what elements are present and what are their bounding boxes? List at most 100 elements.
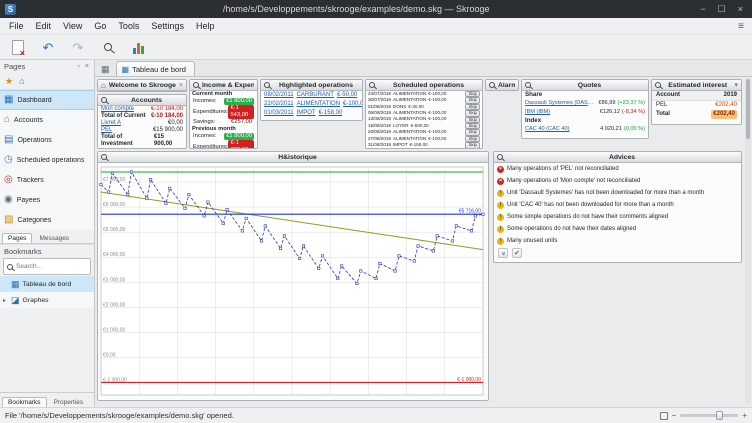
- report-chart-icon[interactable]: [129, 38, 147, 56]
- advice-severity-icon: !: [497, 214, 504, 221]
- menu-item[interactable]: Help: [190, 18, 221, 34]
- menu-item[interactable]: View: [57, 18, 88, 34]
- pages-dock-header: Pages ▫ ×: [0, 60, 94, 73]
- advice-row[interactable]: × Many operations of 'Mon compte' not re…: [494, 175, 741, 187]
- historique-chart[interactable]: €7 000,00€6 000,00€5 000,00€4 000,00€3 0…: [98, 163, 488, 401]
- advice-severity-icon: !: [497, 226, 504, 233]
- panel-tab[interactable]: Properties: [48, 397, 90, 407]
- zoom-out-icon[interactable]: −: [672, 412, 677, 420]
- sidebar-page-item[interactable]: ◎ Trackers: [0, 170, 94, 190]
- zoom-slider[interactable]: [680, 414, 738, 417]
- quote-row: Dassault Systemes (DASTY) €86,99 (+23,37…: [522, 99, 648, 108]
- scheduled-label: ALIMENTATION: [393, 137, 426, 142]
- skip-button[interactable]: Skip: [465, 110, 480, 116]
- bookmark-page-icon[interactable]: ★: [5, 77, 13, 86]
- advice-row[interactable]: ! Unit 'CAC 40' has not been downloaded …: [494, 199, 741, 211]
- zoom-widget-icon[interactable]: [193, 82, 199, 88]
- zoom-widget-icon[interactable]: [489, 82, 495, 88]
- bookmark-item[interactable]: ▦ Tableau de bord: [0, 276, 94, 292]
- page-item-label: Trackers: [17, 177, 44, 184]
- quote-group-label: Share: [525, 91, 542, 99]
- quote-unit-link[interactable]: IBM (IBM): [525, 108, 597, 117]
- bookmark-item[interactable]: ▸ ◪ Graphes: [0, 292, 94, 308]
- close-button[interactable]: ×: [738, 0, 743, 18]
- page-item-icon: ◉: [4, 195, 13, 205]
- menu-item[interactable]: File: [3, 18, 30, 34]
- file-close-icon[interactable]: [9, 38, 27, 56]
- sidebar-page-item[interactable]: ▧ Categories: [0, 210, 94, 230]
- menu-item[interactable]: Settings: [145, 18, 190, 34]
- widget-income-expenditure: Income & Expenditure Current month Incom…: [189, 79, 258, 149]
- skip-button[interactable]: Skip: [465, 142, 480, 148]
- zoom-in-icon[interactable]: +: [742, 412, 747, 420]
- row-label: Incomes:: [193, 133, 217, 140]
- panel-tab[interactable]: Bookmarks: [2, 397, 47, 407]
- zoom-widget-icon[interactable]: [369, 82, 375, 88]
- dashboard-scrollbar[interactable]: [745, 78, 751, 404]
- apply-advice-icon[interactable]: ✔: [512, 248, 522, 258]
- advice-row[interactable]: ! Some simple operations do not have the…: [494, 211, 741, 223]
- sidebar-page-item[interactable]: ◉ Payees: [0, 190, 94, 210]
- zoom-widget-icon[interactable]: [497, 154, 503, 160]
- hamburger-menu-icon[interactable]: ≡: [730, 21, 752, 32]
- skip-button[interactable]: Skip: [465, 97, 480, 103]
- account-link[interactable]: Total of Current: [101, 113, 146, 120]
- account-link[interactable]: Livret A: [101, 120, 121, 127]
- income-expenditure-row: Current month: [190, 91, 257, 98]
- widget-title: Income & Expenditure: [202, 82, 254, 89]
- expander-icon[interactable]: ▸: [3, 297, 8, 304]
- titlebar[interactable]: S /home/s/Developpements/skrooge/example…: [0, 0, 752, 18]
- menu-item[interactable]: Tools: [112, 18, 145, 34]
- close-widget-icon[interactable]: ×: [179, 82, 183, 89]
- panel-tab[interactable]: Pages: [2, 233, 32, 243]
- pages-panel-tabs: Pages Messages: [0, 230, 94, 244]
- advice-row[interactable]: ! Unit 'Dassault Systemes' has not been …: [494, 187, 741, 199]
- quote-unit-link[interactable]: Dassault Systemes (DASTY): [525, 99, 595, 108]
- minimize-button[interactable]: −: [700, 0, 705, 18]
- zoom-widget-icon[interactable]: [264, 82, 270, 88]
- highlighted-operation-link[interactable]: 22/02/2011 ALIMENTATION €-100,00: [261, 100, 362, 109]
- quote-row: Index: [522, 117, 648, 125]
- account-link[interactable]: PEL: [101, 127, 112, 134]
- scheduled-operation-row: 20/08/2019 ALIMENTATION €-100,00 Skip: [366, 129, 482, 135]
- advice-row[interactable]: ! Many unused units: [494, 235, 741, 247]
- sidebar-page-item[interactable]: ▦ Dashboard: [0, 90, 94, 110]
- sidebar-page-item[interactable]: ▤ Operations: [0, 130, 94, 150]
- close-panel-icon[interactable]: ×: [84, 63, 90, 70]
- zoom-widget-icon[interactable]: [655, 82, 661, 88]
- account-link[interactable]: Total of Investment: [101, 134, 154, 148]
- panel-tab[interactable]: Messages: [33, 233, 75, 243]
- account-link[interactable]: Mon compte: [101, 106, 134, 113]
- undo-icon[interactable]: ↶: [39, 38, 57, 56]
- highlighted-operation-link[interactable]: 01/03/2011 IMPOT €-158,00: [261, 109, 362, 118]
- account-link[interactable]: Total: [101, 148, 115, 149]
- menu-item[interactable]: Edit: [30, 18, 58, 34]
- zoom-widget-icon[interactable]: [101, 154, 107, 160]
- widget-advices: Advices × Many operations of 'PEL' not r…: [493, 151, 742, 263]
- advice-row[interactable]: ! Some operations do not have their date…: [494, 223, 741, 235]
- skip-button[interactable]: Skip: [465, 129, 480, 135]
- scrollbar-thumb[interactable]: [746, 79, 750, 139]
- home-icon[interactable]: ⌂: [19, 77, 24, 86]
- zoom-slider-handle[interactable]: [716, 411, 723, 420]
- menu-item[interactable]: Go: [88, 18, 112, 34]
- maximize-button[interactable]: ☐: [718, 0, 726, 18]
- svg-text:€5 716,00: €5 716,00: [459, 209, 481, 215]
- tab-tableau-de-bord[interactable]: ▦ Tableau de bord: [116, 61, 195, 76]
- overview-icon[interactable]: ▦: [98, 64, 113, 76]
- redo-icon[interactable]: ↷: [69, 38, 87, 56]
- sidebar-page-item[interactable]: ⌂ Accounts: [0, 110, 94, 130]
- zoom-widget-icon[interactable]: [101, 97, 107, 103]
- scheduled-label: ALIMENTATION: [393, 98, 426, 103]
- find-icon[interactable]: [99, 38, 117, 56]
- sidebar-page-item[interactable]: ◷ Scheduled operations: [0, 150, 94, 170]
- quote-unit-link[interactable]: CAC 40 (CAC 40): [525, 125, 597, 134]
- advice-row[interactable]: × Many operations of 'PEL' not reconcili…: [494, 163, 741, 175]
- widget-menu-icon[interactable]: ▾: [734, 81, 738, 89]
- highlighted-operation-link[interactable]: 08/02/2011 CARBURANT €-50,00: [261, 91, 362, 100]
- bookmarks-search-input[interactable]: [16, 263, 76, 270]
- zoom-widget-icon[interactable]: [525, 82, 531, 88]
- float-panel-icon[interactable]: ▫: [76, 63, 80, 70]
- show-more-advices-icon[interactable]: »: [498, 248, 508, 258]
- fit-zoom-icon[interactable]: [660, 412, 668, 420]
